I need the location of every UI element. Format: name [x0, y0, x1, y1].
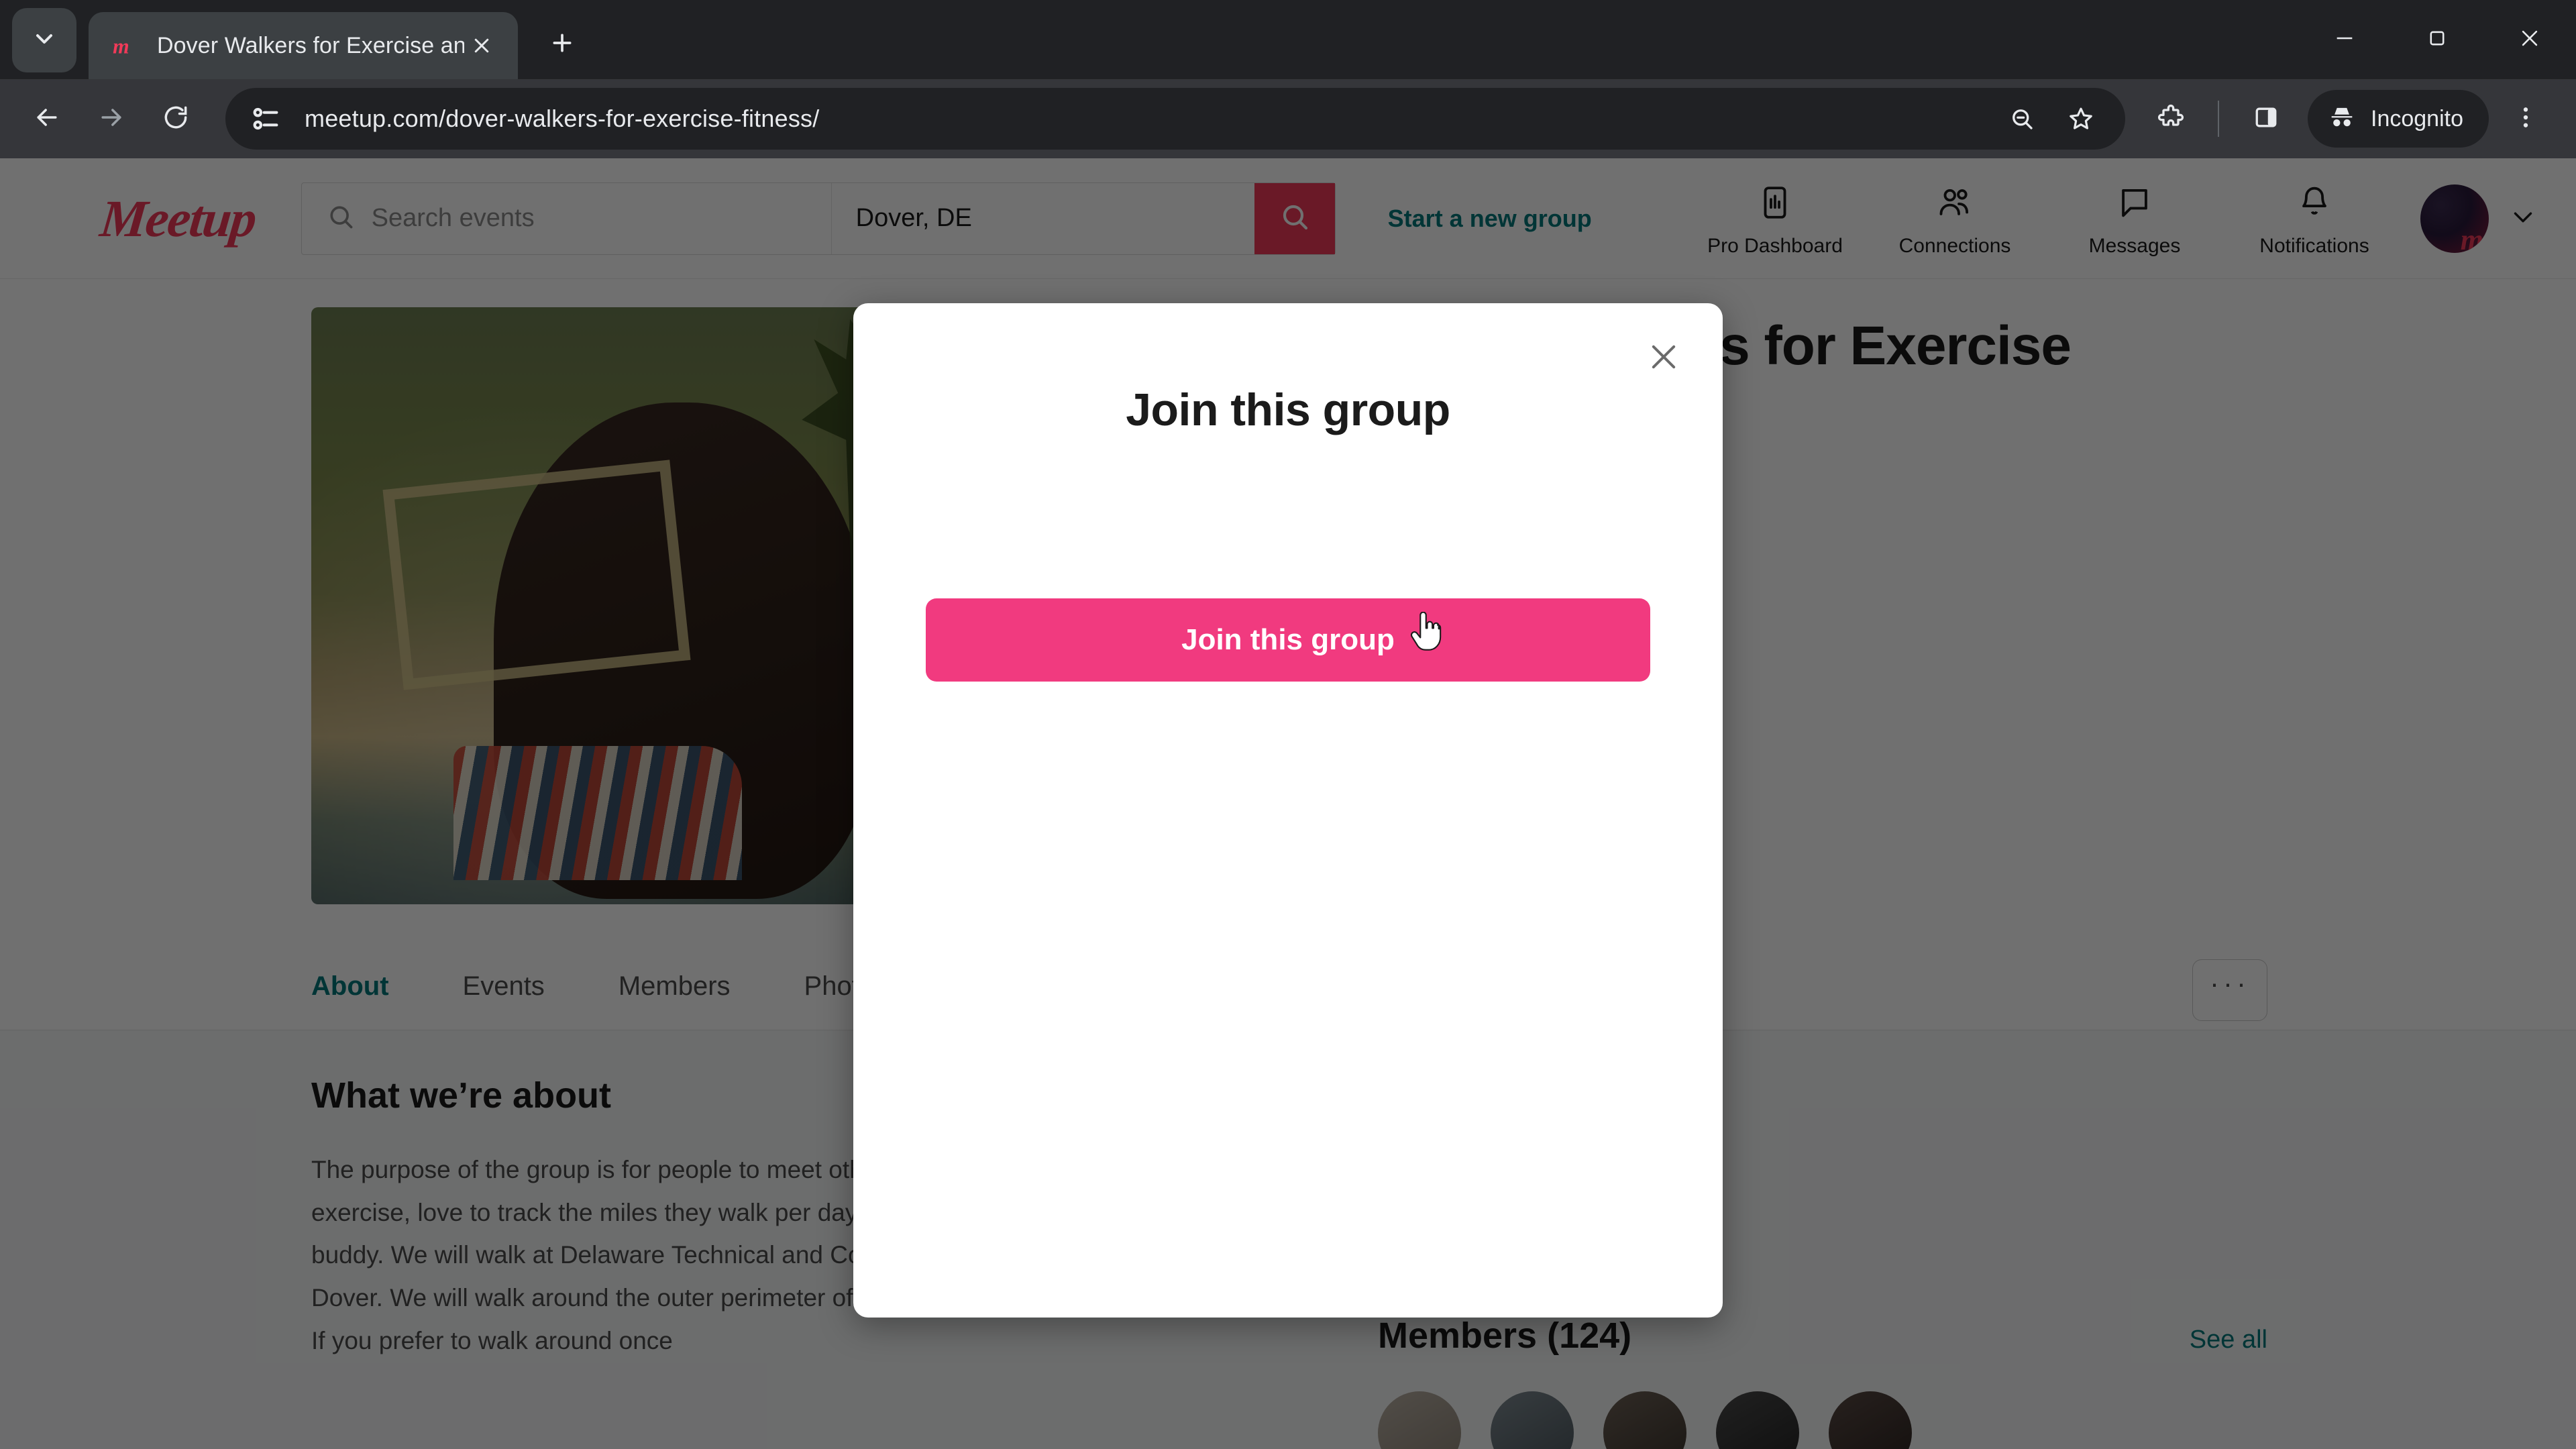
modal-close-button[interactable]	[1638, 333, 1689, 384]
modal-title: Join this group	[1126, 384, 1450, 435]
close-icon	[1645, 338, 1682, 379]
side-panel-button[interactable]	[2234, 87, 2298, 151]
incognito-indicator[interactable]: Incognito	[2308, 90, 2489, 148]
window-controls	[2298, 0, 2576, 79]
maximize-icon	[2426, 27, 2449, 53]
tab-title: Dover Walkers for Exercise and	[157, 32, 464, 58]
reload-button[interactable]	[144, 87, 208, 151]
toolbar-divider	[2218, 101, 2219, 137]
omnibox-actions	[1995, 92, 2108, 146]
zoom-out-icon[interactable]	[1995, 92, 2049, 146]
extensions-puzzle-icon	[2156, 103, 2186, 136]
side-panel-icon	[2251, 103, 2281, 136]
window-close-icon	[2518, 27, 2541, 53]
arrow-forward-icon	[97, 103, 126, 136]
three-dot-menu-icon	[2512, 104, 2539, 134]
join-group-modal: Join this group Join this group	[853, 303, 1723, 1318]
back-button[interactable]	[15, 87, 79, 151]
window-close-button[interactable]	[2483, 0, 2576, 79]
tab-search-button[interactable]	[12, 8, 76, 72]
maximize-button[interactable]	[2391, 0, 2483, 79]
tab-strip: m Dover Walkers for Exercise and	[0, 0, 2576, 79]
incognito-icon	[2326, 102, 2371, 136]
arrow-back-icon	[32, 103, 62, 136]
plus-icon	[549, 30, 576, 60]
minimize-icon	[2333, 27, 2356, 53]
star-icon[interactable]	[2054, 92, 2108, 146]
url-text: meetup.com/dover-walkers-for-exercise-fi…	[305, 105, 820, 132]
browser-menu-button[interactable]	[2496, 87, 2556, 151]
browser-window: m Dover Walkers for Exercise and meetup.…	[0, 0, 2576, 1449]
address-bar[interactable]: meetup.com/dover-walkers-for-exercise-fi…	[225, 88, 2125, 150]
join-this-group-button[interactable]: Join this group	[926, 598, 1650, 682]
reload-icon	[161, 103, 191, 136]
svg-text:m: m	[113, 35, 129, 58]
forward-button[interactable]	[79, 87, 144, 151]
incognito-label: Incognito	[2371, 105, 2463, 131]
site-settings-icon[interactable]	[247, 100, 284, 138]
browser-toolbar: meetup.com/dover-walkers-for-exercise-fi…	[0, 79, 2576, 158]
chevron-down-icon	[31, 25, 58, 56]
extensions-button[interactable]	[2139, 87, 2203, 151]
new-tab-button[interactable]	[537, 19, 588, 70]
browser-tab[interactable]: m Dover Walkers for Exercise and	[89, 12, 518, 79]
tab-close-icon[interactable]	[464, 28, 499, 63]
minimize-button[interactable]	[2298, 0, 2391, 79]
meetup-favicon-icon: m	[111, 32, 140, 60]
